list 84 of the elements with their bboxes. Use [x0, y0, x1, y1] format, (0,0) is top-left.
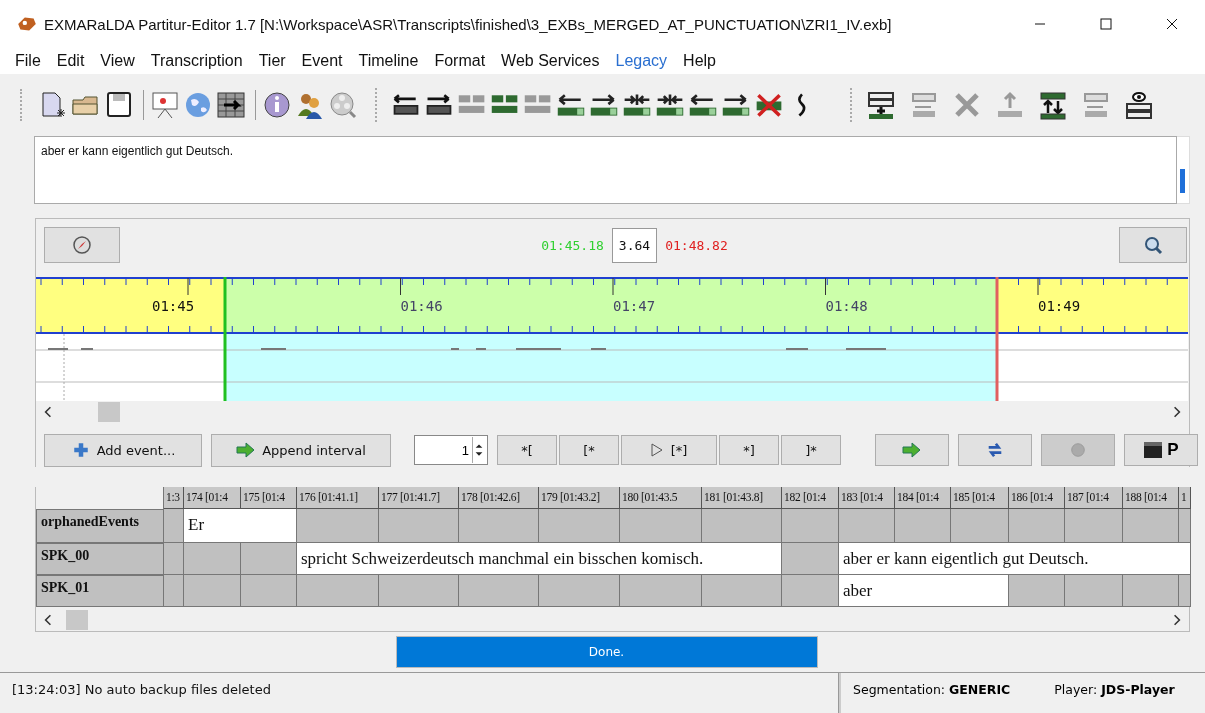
arrow-icon [902, 441, 922, 459]
progress-label: Done. [587, 645, 626, 659]
menu-item[interactable]: View [92, 52, 143, 70]
menu-item[interactable]: Help [675, 52, 724, 70]
column-header[interactable]: 181 [01:43.8] [702, 487, 782, 509]
app-icon [16, 15, 38, 33]
sync-button[interactable] [958, 434, 1032, 466]
menu-item[interactable]: Edit [48, 52, 93, 70]
add-event-button[interactable]: Add event... [44, 433, 202, 467]
tier-label[interactable]: SPK_00 [36, 543, 164, 575]
status-message: [13:24:03] No auto backup files deleted [0, 673, 839, 713]
column-header[interactable]: 1:3 [164, 487, 184, 509]
scroll-thumb[interactable] [66, 610, 88, 630]
forward-button[interactable] [875, 434, 949, 466]
compass-button[interactable] [44, 227, 120, 263]
event-cell[interactable]: Er [184, 509, 297, 543]
selection-length: 3.64 [611, 227, 658, 263]
easel-icon[interactable] [150, 90, 180, 120]
append-interval-button[interactable]: Append interval [211, 433, 391, 467]
menu-item[interactable]: Timeline [350, 52, 427, 70]
grid-arrow-icon[interactable] [216, 90, 246, 120]
tier-label[interactable]: orphanedEvents [36, 509, 164, 543]
menu-item[interactable]: Web Services [493, 52, 608, 70]
column-header[interactable]: 1 [1179, 487, 1191, 509]
column-header[interactable]: 177 [01:41.7] [379, 487, 459, 509]
menu-item[interactable]: Transcription [142, 52, 251, 70]
column-header[interactable]: 182 [01:4 [782, 487, 839, 509]
list-icon[interactable] [1081, 90, 1111, 120]
menu-item[interactable]: Legacy [607, 52, 676, 70]
column-header[interactable]: 175 [01:4 [241, 487, 297, 509]
column-header[interactable]: 188 [01:4 [1123, 487, 1179, 509]
selection-end-time: 01:48.82 [665, 237, 728, 253]
search-icon [1143, 235, 1163, 255]
scroll-left-icon[interactable] [42, 614, 54, 626]
film-reel-icon[interactable] [328, 90, 358, 120]
scroll-thumb[interactable] [98, 402, 120, 422]
event-text-field[interactable]: aber er kann eigentlich gut Deutsch. [34, 136, 1177, 204]
time-ruler[interactable]: 01:45 01:46 01:47 01:48 01:49 [36, 277, 1188, 334]
scroll-right-icon[interactable] [1171, 614, 1183, 626]
event-cell[interactable]: aber er kann eigentlich gut Deutsch. [839, 543, 1191, 575]
player-button[interactable]: P [1124, 434, 1198, 466]
selection-start-time: 01:45.18 [541, 237, 604, 253]
column-header[interactable]: 179 [01:43.2] [539, 487, 620, 509]
search-button[interactable] [1119, 227, 1187, 263]
menu-item[interactable]: Event [293, 52, 351, 70]
segmentation-status: Segmentation: GENERIC [853, 682, 1011, 699]
column-header[interactable]: 183 [01:4 [839, 487, 895, 509]
count-spinner[interactable]: 1 [414, 435, 488, 465]
menu-item[interactable]: Format [426, 52, 494, 70]
column-header[interactable]: 174 [01:4 [184, 487, 241, 509]
player-status: Player: JDS-Player [1054, 682, 1175, 699]
column-header[interactable]: 178 [01:42.6] [459, 487, 539, 509]
compass-icon [72, 235, 92, 255]
clapperboard-icon [1143, 441, 1164, 459]
event-cell[interactable]: spricht Schweizerdeutsch manchmal ein bisschen komisch. [297, 543, 782, 575]
arrow-icon [236, 441, 257, 459]
event-cell[interactable]: aber [839, 575, 1009, 607]
mark-button[interactable]: *] [719, 435, 779, 465]
mark-button[interactable]: *[ [497, 435, 557, 465]
menu-item[interactable]: Tier [250, 52, 294, 70]
column-header[interactable]: 184 [01:4 [895, 487, 951, 509]
eye-list-icon[interactable] [1124, 90, 1154, 120]
save-icon[interactable] [104, 90, 134, 120]
column-header[interactable]: 176 [01:41.1] [297, 487, 379, 509]
mark-button[interactable]: [* [559, 435, 619, 465]
swap-bars-icon[interactable] [1038, 90, 1068, 120]
mark-button[interactable]: ]* [781, 435, 841, 465]
scroll-right-icon[interactable] [1171, 406, 1183, 418]
column-header[interactable]: 180 [01:43.5 [620, 487, 702, 509]
menu-item[interactable]: File [7, 52, 49, 70]
empty-cell[interactable] [1179, 575, 1191, 607]
list-plus-icon[interactable] [866, 90, 896, 120]
scroll-left-icon[interactable] [42, 406, 54, 418]
tier-label[interactable]: SPK_01 [36, 575, 164, 607]
play-icon [650, 443, 663, 457]
scrollbar[interactable] [1177, 136, 1190, 204]
circle-icon [1068, 441, 1088, 459]
column-header[interactable]: 187 [01:4 [1065, 487, 1123, 509]
mark-button[interactable]: [*] [621, 435, 717, 465]
info-icon[interactable] [262, 90, 292, 120]
column-header[interactable]: 186 [01:4 [1009, 487, 1065, 509]
upload-bar-icon[interactable] [995, 90, 1025, 120]
window-title: EXMARaLDA Partitur-Editor 1.7 [N:\Workspace\ASR\Transcripts\finished\3_EXBs_MERGED_AT_PUNCTUATION\ZRI1_IV.exb] [44, 15, 892, 33]
column-header[interactable]: 185 [01:4 [951, 487, 1009, 509]
